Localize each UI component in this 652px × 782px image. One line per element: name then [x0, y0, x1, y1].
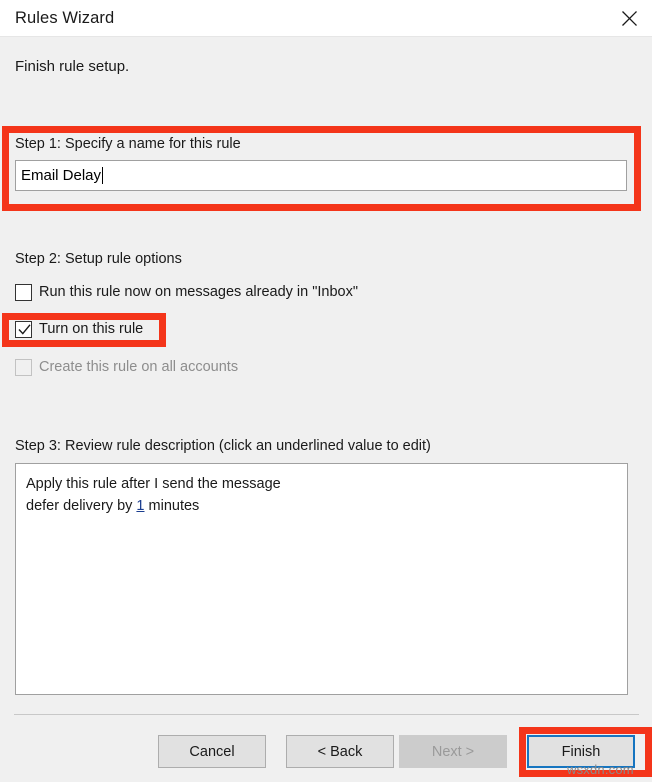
- step-1-label: Step 1: Specify a name for this rule: [15, 136, 241, 152]
- checkbox-box[interactable]: [15, 283, 32, 301]
- check-icon: [18, 323, 31, 335]
- cancel-button[interactable]: Cancel: [158, 735, 266, 768]
- title-bar: Rules Wizard: [0, 0, 652, 37]
- checkbox-run-rule-now[interactable]: Run this rule now on messages already in…: [15, 281, 358, 303]
- close-icon[interactable]: [606, 0, 652, 36]
- step-3-label: Step 3: Review rule description (click a…: [15, 438, 431, 454]
- checkbox-label: Create this rule on all accounts: [39, 359, 239, 375]
- description-line-2: defer delivery by 1 minutes: [26, 495, 627, 517]
- rule-name-value: Email Delay: [21, 167, 102, 184]
- window-title: Rules Wizard: [15, 9, 115, 27]
- back-button[interactable]: < Back: [286, 735, 394, 768]
- checkbox-label: Run this rule now on messages already in…: [39, 284, 358, 300]
- checkbox-create-on-all-accounts: Create this rule on all accounts: [15, 356, 238, 378]
- footer-divider: [14, 714, 639, 715]
- description-suffix: minutes: [144, 498, 200, 514]
- step-2-label: Step 2: Setup rule options: [15, 251, 182, 267]
- watermark: wsxdn.com: [567, 762, 634, 777]
- description-line-1: Apply this rule after I send the message: [26, 476, 281, 492]
- rules-wizard-dialog: Rules Wizard Finish rule setup. Step 1: …: [0, 0, 652, 782]
- description-prefix: defer delivery by: [26, 498, 137, 514]
- next-button: Next >: [399, 735, 507, 768]
- checkbox-turn-on-this-rule[interactable]: Turn on this rule: [15, 318, 143, 340]
- defer-minutes-link[interactable]: 1: [136, 498, 144, 514]
- rule-name-input[interactable]: Email Delay: [15, 160, 627, 191]
- checkbox-box: [15, 358, 32, 376]
- page-subtitle: Finish rule setup.: [15, 58, 130, 75]
- checkbox-box[interactable]: [15, 320, 32, 338]
- rule-description-box[interactable]: Apply this rule after I send the message…: [15, 463, 628, 695]
- checkbox-label: Turn on this rule: [39, 321, 144, 337]
- text-caret: [102, 167, 104, 184]
